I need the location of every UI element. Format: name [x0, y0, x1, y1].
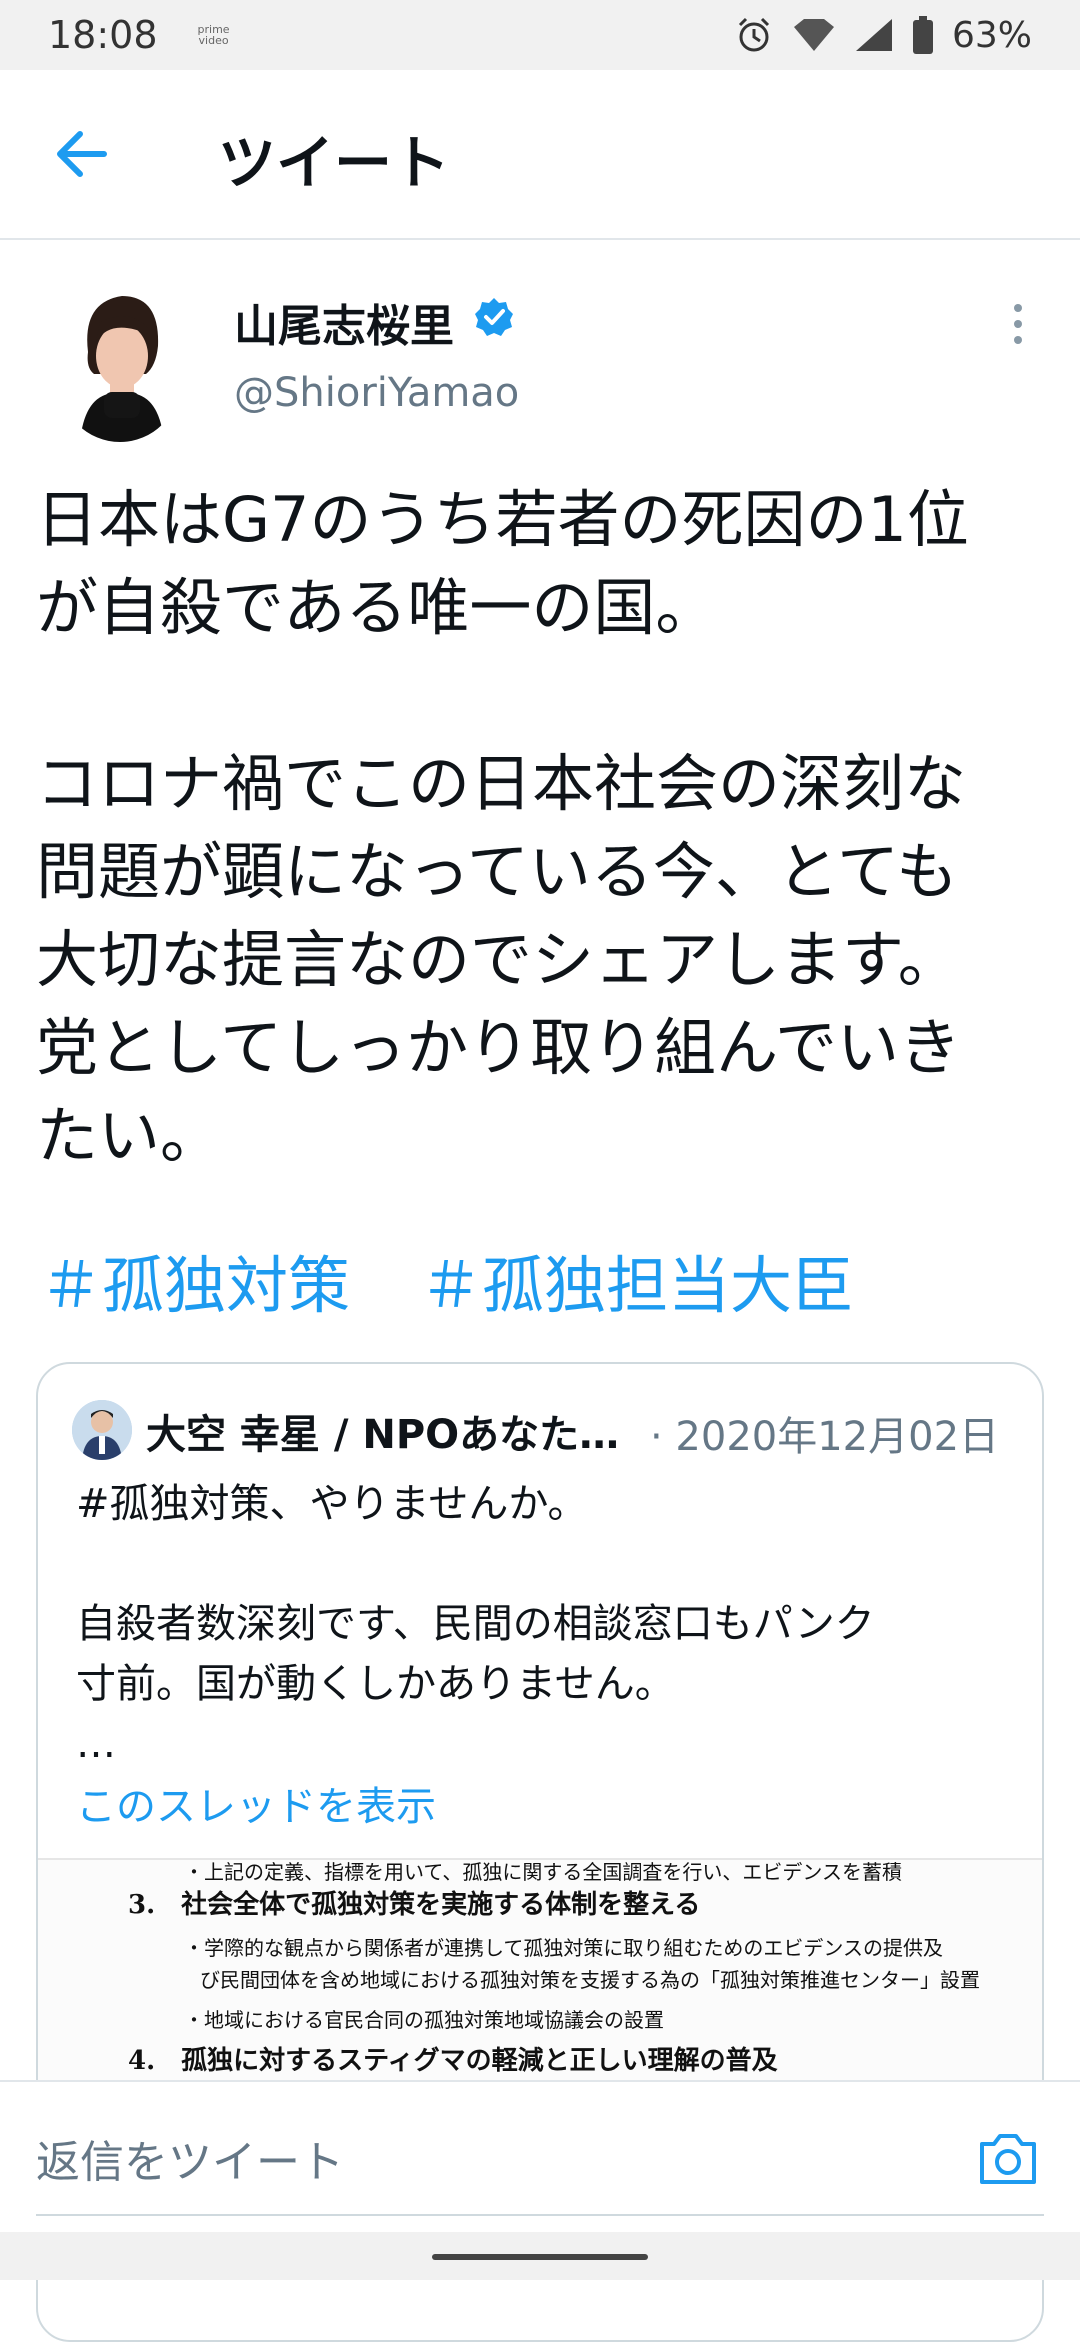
more-vertical-icon[interactable]	[1010, 302, 1026, 346]
camera-icon[interactable]	[976, 2130, 1040, 2186]
status-bar: 18:08 prime video 63%	[0, 0, 1080, 70]
battery-icon	[912, 16, 933, 54]
document-line: び民間団体を含め地域における孤独対策を支援する為の「孤独対策推進センター」設置	[200, 1968, 980, 1992]
show-thread-link[interactable]: このスレッドを表示	[76, 1774, 436, 1832]
document-line: ・地域における官民合同の孤独対策地域協議会の設置	[184, 2008, 664, 2032]
author-handle[interactable]: @ShioriYamao	[234, 370, 519, 416]
quoted-author-name: 大空 幸星 / NPOあなた…	[146, 1412, 620, 1458]
hashtag-row: ＃孤独対策 ＃孤独担当大臣	[40, 1235, 854, 1325]
quoted-tweet-text: #孤独対策、やりませんか。 自殺者数深刻です、民間の相談窓口もパンク 寸前。国が…	[76, 1481, 875, 1767]
alarm-icon	[738, 17, 770, 52]
document-heading: 3. 社会全体で孤独対策を実施する体制を整える	[128, 1890, 701, 1920]
divider	[36, 2214, 1044, 2216]
reply-input[interactable]: 返信をツイート	[36, 2126, 344, 2190]
quoted-date: · 2020年12月02日	[650, 1414, 1000, 1460]
system-nav-bar	[0, 2232, 1080, 2280]
back-arrow-icon[interactable]	[50, 122, 114, 186]
verified-badge-icon	[475, 298, 513, 336]
tweet-text: 日本はG7のうち若者の死因の1位 が自殺である唯一の国。 コロナ禍でこの日本社会…	[36, 483, 969, 1172]
prime-video-icon: prime video	[197, 23, 230, 47]
status-icons: 63%	[734, 15, 1032, 56]
signal-icon	[855, 19, 892, 51]
hashtag-link[interactable]: ＃孤独担当大臣	[420, 1235, 854, 1325]
top-app-bar: ツイート	[0, 70, 1080, 240]
reply-bar: 返信をツイート	[0, 2080, 1080, 2234]
page-title: ツイート	[218, 129, 451, 197]
author-name[interactable]: 山尾志桜里	[234, 290, 454, 354]
document-heading: 4. 孤独に対するスティグマの軽減と正しい理解の普及	[128, 2046, 778, 2076]
battery-percent: 63%	[951, 14, 1032, 56]
document-line: ・学際的な観点から関係者が連携して孤独対策に取り組むためのエビデンスの提供及	[184, 1936, 943, 1960]
author-avatar[interactable]	[60, 282, 180, 442]
status-time: 18:08	[48, 13, 158, 57]
home-gesture-bar[interactable]	[432, 2254, 648, 2260]
wifi-icon	[793, 19, 834, 51]
hashtag-link[interactable]: ＃孤独対策	[40, 1235, 350, 1325]
quoted-author-avatar	[72, 1400, 132, 1460]
document-line: ・上記の定義、指標を用いて、孤独に関する全国調査を行い、エビデンスを蓄積	[184, 1860, 902, 1884]
